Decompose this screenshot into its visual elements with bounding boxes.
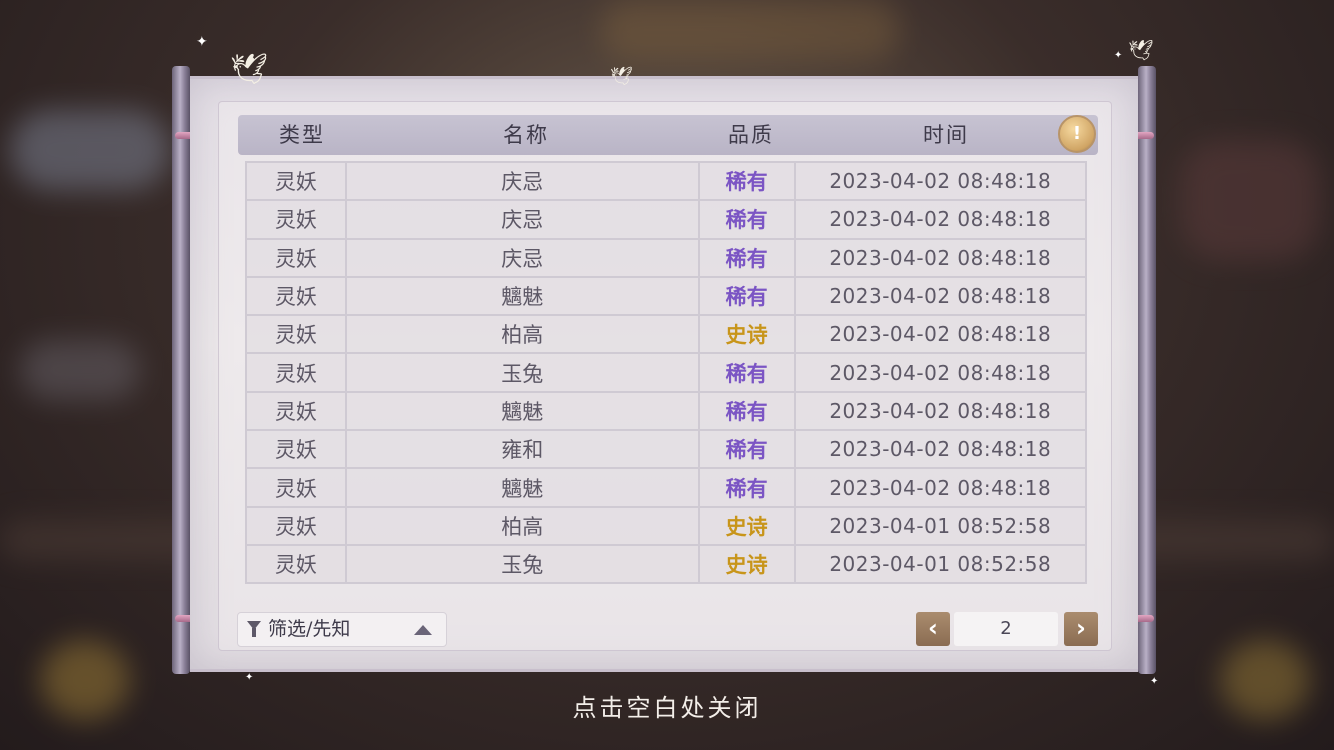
- filter-icon-stem: [252, 628, 256, 637]
- cell-quality: 稀有: [697, 352, 796, 393]
- table-header: 类型 名称 品质 时间: [238, 115, 1098, 155]
- background-blur: [1180, 140, 1320, 260]
- swallow-icon: 🕊: [1128, 38, 1154, 62]
- table-row: 灵妖 柏高 史诗 2023-04-02 08:48:18: [245, 314, 1088, 355]
- scroll-rod-right: [1138, 66, 1156, 674]
- cell-time: 2023-04-02 08:48:18: [793, 275, 1088, 317]
- cell-name: 玉兔: [344, 543, 700, 585]
- cell-type: 灵妖: [245, 199, 347, 240]
- sparkle-icon: ✦: [245, 672, 254, 683]
- cell-type: 灵妖: [245, 505, 347, 546]
- cell-name: 柏高: [344, 314, 700, 355]
- cell-quality: 稀有: [697, 429, 796, 470]
- background-blur: [600, 0, 900, 60]
- cell-quality: 稀有: [697, 237, 796, 278]
- table-row: 灵妖 柏高 史诗 2023-04-01 08:52:58: [245, 505, 1088, 546]
- cell-name: 柏高: [344, 505, 700, 546]
- sparkle-icon: ✦: [1150, 676, 1159, 687]
- header-type: 类型: [279, 123, 325, 147]
- scroll-rod-left: [172, 66, 190, 674]
- table-row: 灵妖 魑魅 稀有 2023-04-02 08:48:18: [245, 275, 1088, 317]
- table-row: 灵妖 雍和 稀有 2023-04-02 08:48:18: [245, 429, 1088, 470]
- header-time: 时间: [923, 123, 969, 147]
- background-blur: [10, 110, 170, 190]
- cell-name: 雍和: [344, 429, 700, 470]
- table-row: 灵妖 庆忌 稀有 2023-04-02 08:48:18: [245, 199, 1088, 240]
- record-panel: 类型 名称 品质 时间 ! 灵妖 庆忌 稀有 2023-04-02 08:48:18 灵…: [190, 76, 1138, 672]
- cell-quality: 稀有: [697, 467, 796, 508]
- cell-type: 灵妖: [245, 352, 347, 393]
- cell-name: 玉兔: [344, 352, 700, 393]
- cell-time: 2023-04-02 08:48:18: [793, 429, 1088, 470]
- cell-time: 2023-04-02 08:48:18: [793, 199, 1088, 240]
- cell-quality: 稀有: [697, 275, 796, 317]
- swallow-icon: 🕊: [610, 66, 633, 87]
- cell-time: 2023-04-01 08:52:58: [793, 505, 1088, 546]
- chevron-up-icon: [414, 625, 432, 635]
- cell-time: 2023-04-02 08:48:18: [793, 237, 1088, 278]
- header-quality: 品质: [728, 123, 774, 147]
- cell-time: 2023-04-01 08:52:58: [793, 543, 1088, 585]
- cell-name: 庆忌: [344, 199, 700, 240]
- cell-time: 2023-04-02 08:48:18: [793, 314, 1088, 355]
- record-table: 灵妖 庆忌 稀有 2023-04-02 08:48:18 灵妖 庆忌 稀有 2023-04-0…: [245, 160, 1088, 585]
- filter-label: 筛选/先知: [268, 618, 351, 640]
- cell-name: 庆忌: [344, 237, 700, 278]
- next-page-button[interactable]: ›: [1064, 612, 1098, 646]
- cell-time: 2023-04-02 08:48:18: [793, 352, 1088, 393]
- header-name: 名称: [503, 123, 549, 147]
- cell-type: 灵妖: [245, 467, 347, 508]
- cell-quality: 稀有: [697, 390, 796, 432]
- prev-page-button[interactable]: ‹: [916, 612, 950, 646]
- table-row: 灵妖 庆忌 稀有 2023-04-02 08:48:18: [245, 160, 1088, 202]
- cell-name: 魑魅: [344, 467, 700, 508]
- cell-time: 2023-04-02 08:48:18: [793, 160, 1088, 202]
- filter-dropdown[interactable]: 筛选/先知: [237, 612, 447, 647]
- cell-type: 灵妖: [245, 543, 347, 585]
- close-hint[interactable]: 点击空白处关闭: [0, 688, 1334, 723]
- cell-quality: 史诗: [697, 505, 796, 546]
- cell-quality: 稀有: [697, 199, 796, 240]
- cell-type: 灵妖: [245, 160, 347, 202]
- cell-name: 魑魅: [344, 390, 700, 432]
- cell-quality: 史诗: [697, 543, 796, 585]
- table-row: 灵妖 魑魅 稀有 2023-04-02 08:48:18: [245, 390, 1088, 432]
- cell-type: 灵妖: [245, 390, 347, 432]
- cell-type: 灵妖: [245, 429, 347, 470]
- info-icon[interactable]: !: [1058, 115, 1096, 153]
- cell-name: 魑魅: [344, 275, 700, 317]
- sparkle-icon: ✦: [196, 34, 208, 50]
- cell-quality: 稀有: [697, 160, 796, 202]
- cell-name: 庆忌: [344, 160, 700, 202]
- table-row: 灵妖 庆忌 稀有 2023-04-02 08:48:18: [245, 237, 1088, 278]
- table-row: 灵妖 玉兔 史诗 2023-04-01 08:52:58: [245, 543, 1088, 585]
- cell-type: 灵妖: [245, 275, 347, 317]
- cell-time: 2023-04-02 08:48:18: [793, 467, 1088, 508]
- sparkle-icon: ✦: [1114, 50, 1123, 61]
- page-number: 2: [954, 612, 1058, 646]
- cell-quality: 史诗: [697, 314, 796, 355]
- swallow-icon: 🕊: [230, 52, 269, 87]
- cell-time: 2023-04-02 08:48:18: [793, 390, 1088, 432]
- table-row: 灵妖 魑魅 稀有 2023-04-02 08:48:18: [245, 467, 1088, 508]
- cell-type: 灵妖: [245, 314, 347, 355]
- background-blur: [20, 340, 140, 400]
- table-row: 灵妖 玉兔 稀有 2023-04-02 08:48:18: [245, 352, 1088, 393]
- cell-type: 灵妖: [245, 237, 347, 278]
